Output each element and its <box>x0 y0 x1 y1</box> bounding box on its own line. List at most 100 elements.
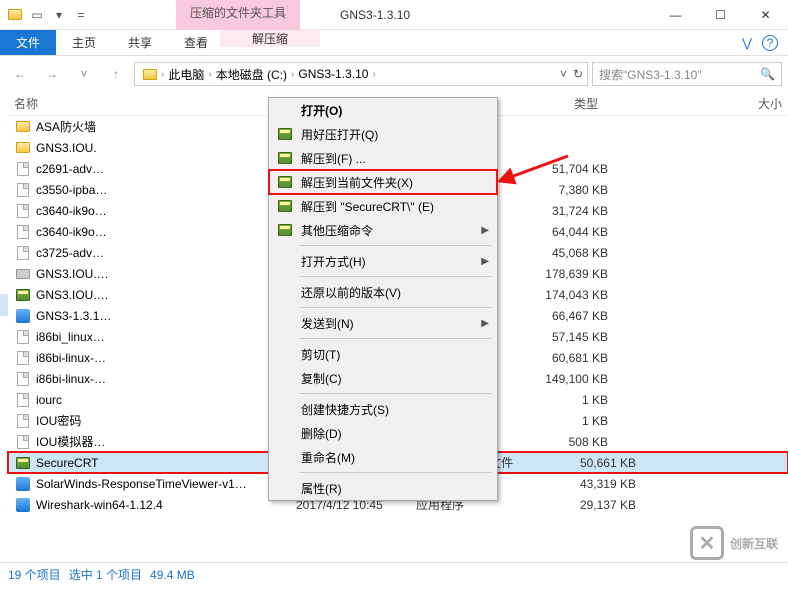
file-name: GNS3-1.3.1… <box>36 309 116 323</box>
dropdown-icon[interactable]: ˅ <box>560 67 567 81</box>
watermark: ✕ 创新互联 <box>690 526 778 560</box>
sidebar-music[interactable]: ♪音乐 <box>0 230 8 252</box>
col-size[interactable]: 大小 <box>698 95 788 112</box>
sidebar-onedrive[interactable]: ›☁OneDrive <box>0 262 8 284</box>
file-icon <box>14 161 32 177</box>
file-name: c2691-adv… <box>36 162 116 176</box>
cm-properties[interactable]: 属性(R) <box>269 476 497 500</box>
sidebar-documents[interactable]: 📄文档📌 <box>0 164 8 186</box>
file-size: 174,043 KB <box>518 288 608 302</box>
back-button[interactable]: ← <box>6 60 34 88</box>
minimize-button[interactable]: — <box>653 0 698 30</box>
cm-open-with[interactable]: 打开方式(H)▶ <box>269 249 497 273</box>
exe-icon <box>14 497 32 513</box>
window-controls: — ☐ ✕ <box>653 0 788 30</box>
file-name: i86bi-linux-… <box>36 372 116 386</box>
tab-home[interactable]: 主页 <box>56 30 112 55</box>
crumb-this-pc[interactable]: 此电脑 <box>164 66 208 83</box>
refresh-icon[interactable]: ↻ <box>573 67 583 81</box>
folder-icon[interactable] <box>4 4 26 26</box>
cm-restore[interactable]: 还原以前的版本(V) <box>269 280 497 304</box>
file-icon <box>14 245 32 261</box>
crumb-drive[interactable]: 本地磁盘 (C:) <box>212 66 291 83</box>
archive-icon <box>275 149 295 167</box>
statusbar: 19 个项目 选中 1 个项目 49.4 MB <box>0 562 788 586</box>
search-icon: 🔍 <box>760 67 775 81</box>
cm-delete[interactable]: 删除(D) <box>269 421 497 445</box>
sidebar-desktop[interactable]: ▬桌面📌 <box>0 120 8 142</box>
file-icon <box>14 329 32 345</box>
tab-extract[interactable]: 解压缩 <box>220 30 320 47</box>
cm-cut[interactable]: 剪切(T) <box>269 342 497 366</box>
sidebar-videos[interactable]: 🎞视频 <box>0 208 8 230</box>
cm-open-haozip[interactable]: 用好压打开(Q) <box>269 122 497 146</box>
cm-extract-securecrt[interactable]: 解压到 "SecureCRT\" (E) <box>269 194 497 218</box>
cm-send-to[interactable]: 发送到(N)▶ <box>269 311 497 335</box>
navigation-bar: ← → ˅ ↑ › 此电脑 › 本地磁盘 (C:) › GNS3-1.3.10 … <box>0 56 788 92</box>
file-size: 64,044 KB <box>518 225 608 239</box>
qat-dropdown-icon[interactable]: ▾ <box>48 4 70 26</box>
col-name[interactable]: 名称 <box>8 95 268 112</box>
maximize-button[interactable]: ☐ <box>698 0 743 30</box>
cm-extract-to[interactable]: 解压到(F) ... <box>269 146 497 170</box>
file-icon <box>14 392 32 408</box>
up-button[interactable]: ↑ <box>102 60 130 88</box>
cm-copy[interactable]: 复制(C) <box>269 366 497 390</box>
exe-icon <box>14 308 32 324</box>
quick-access-toolbar: ▭ ▾ = <box>0 4 96 26</box>
archive-icon <box>275 221 295 239</box>
breadcrumb[interactable]: › 此电脑 › 本地磁盘 (C:) › GNS3-1.3.10 › ˅ ↻ <box>134 62 588 86</box>
file-name: i86bi_linux… <box>36 330 116 344</box>
chevron-right-icon: ▶ <box>481 225 489 236</box>
help-dropdown[interactable]: ⋁ ? <box>732 30 788 55</box>
file-icon <box>14 371 32 387</box>
sidebar-network[interactable]: ›🖧网络 <box>0 326 8 348</box>
file-icon <box>14 434 32 450</box>
crumb-folder[interactable]: GNS3-1.3.10 <box>294 67 372 81</box>
archive-icon <box>275 197 295 215</box>
tab-share[interactable]: 共享 <box>112 30 168 55</box>
properties-icon[interactable]: ▭ <box>26 4 48 26</box>
search-input[interactable]: 搜索"GNS3-1.3.10" 🔍 <box>592 62 782 86</box>
file-name: GNS3.IOU.… <box>36 288 116 302</box>
disk-icon <box>14 266 32 282</box>
file-size: 50,661 KB <box>546 456 636 470</box>
recent-dropdown[interactable]: ˅ <box>70 60 98 88</box>
archive-icon <box>275 173 295 191</box>
file-size: 508 KB <box>518 435 608 449</box>
cm-open[interactable]: 打开(O) <box>269 98 497 122</box>
file-name: GNS3.IOU. <box>36 141 116 155</box>
sidebar-pictures[interactable]: 🖼图片📌 <box>0 186 8 208</box>
cm-shortcut[interactable]: 创建快捷方式(S) <box>269 397 497 421</box>
tab-view[interactable]: 查看 <box>168 30 224 55</box>
sidebar-this-pc[interactable]: ›🖥此电脑 <box>0 294 8 316</box>
expand-ribbon-icon[interactable]: = <box>70 4 92 26</box>
file-icon <box>14 350 32 366</box>
status-size: 49.4 MB <box>150 568 195 582</box>
file-name: c3725-adv… <box>36 246 116 260</box>
file-size: 1 KB <box>518 393 608 407</box>
file-name: c3640-ik9o… <box>36 225 116 239</box>
sidebar-quick-access[interactable]: ˅★快速访问 <box>0 98 8 120</box>
cm-extract-here[interactable]: 解压到当前文件夹(X) <box>269 170 497 194</box>
cm-other-compress[interactable]: 其他压缩命令▶ <box>269 218 497 242</box>
context-menu: 打开(O) 用好压打开(Q) 解压到(F) ... 解压到当前文件夹(X) 解压… <box>268 97 498 501</box>
file-size: 45,068 KB <box>518 246 608 260</box>
close-button[interactable]: ✕ <box>743 0 788 30</box>
file-name: c3550-ipba… <box>36 183 116 197</box>
file-name: IOU模拟器… <box>36 433 116 450</box>
ribbon-tabs: 文件 主页 共享 查看 解压缩 ⋁ ? <box>0 30 788 56</box>
file-name: ASA防火墙 <box>36 118 116 135</box>
file-name: Wireshark-win64-1.12.4 <box>36 498 296 512</box>
annotation-arrow <box>498 148 578 188</box>
cm-rename[interactable]: 重命名(M) <box>269 445 497 469</box>
sidebar-downloads[interactable]: ⬇下载📌 <box>0 142 8 164</box>
sidebar: ˅★快速访问 ▬桌面📌 ⬇下载📌 📄文档📌 🖼图片📌 🎞视频 ♪音乐 ›☁One… <box>0 92 8 562</box>
file-icon <box>14 203 32 219</box>
file-name: SolarWinds-ResponseTimeViewer-v1… <box>36 477 296 491</box>
file-size: 178,639 KB <box>518 267 608 281</box>
file-size: 29,137 KB <box>546 498 636 512</box>
col-type[interactable]: 类型 <box>568 95 698 112</box>
tab-file[interactable]: 文件 <box>0 30 56 55</box>
forward-button[interactable]: → <box>38 60 66 88</box>
